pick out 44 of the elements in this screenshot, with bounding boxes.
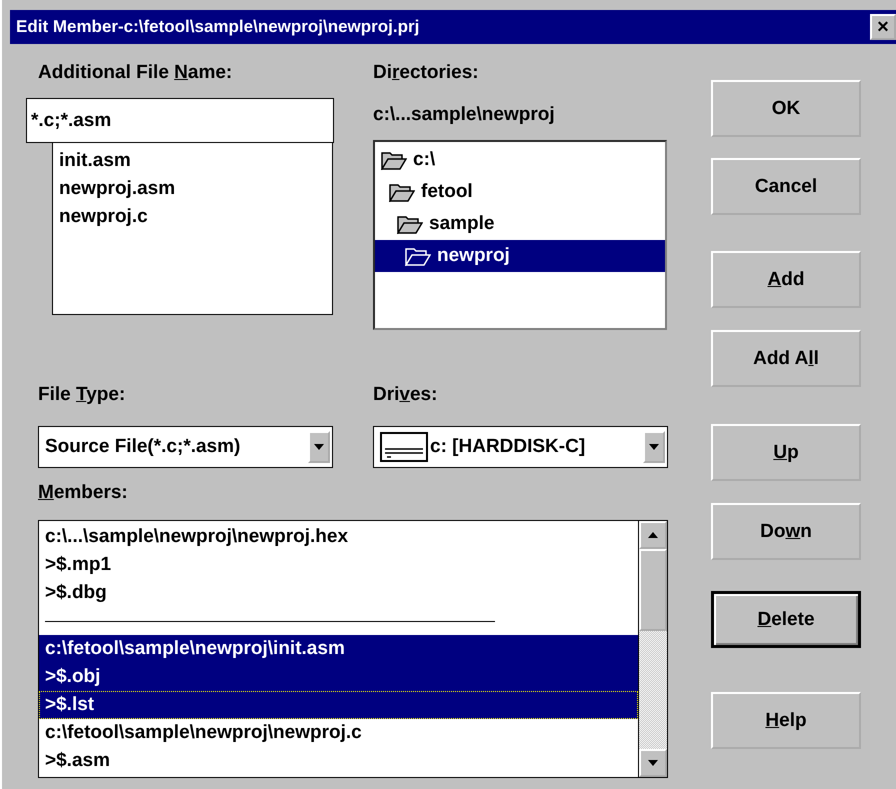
file-item[interactable]: newproj.asm [59, 175, 326, 203]
drives-label: Drives: [373, 383, 438, 407]
directory-item[interactable]: fetool [417, 179, 477, 205]
dialog-button[interactable]: Cancel [711, 158, 861, 215]
folder-icon [389, 182, 415, 202]
dialog-button[interactable]: Delete [711, 591, 861, 648]
dialog-button[interactable]: Add All [711, 330, 861, 387]
scroll-up-button[interactable] [639, 521, 667, 549]
members-label: Members: [38, 481, 129, 505]
file-item[interactable]: init.asm [59, 147, 326, 175]
dialog-button[interactable]: Add [711, 251, 861, 308]
drives-dropdown[interactable]: c: [HARDDISK-C] [373, 426, 668, 468]
file-type-label: File Type: [38, 383, 126, 407]
dialog-button[interactable]: OK [711, 80, 861, 137]
scrollbar[interactable] [638, 521, 667, 777]
member-item[interactable]: >$.asm [39, 747, 638, 775]
dialog-button[interactable]: Help [711, 692, 861, 749]
file-type-dropdown[interactable]: Source File(*.c;*.asm) [38, 426, 333, 468]
member-item[interactable]: >$.mp1 [39, 551, 638, 579]
folder-icon [397, 214, 423, 234]
file-name-field[interactable]: *.c;*.asm [26, 98, 334, 143]
member-item[interactable]: c:\fetool\sample\newproj\init.asm [39, 635, 638, 663]
directories-label: Directories: [373, 61, 480, 85]
folder-icon [405, 246, 431, 266]
file-item[interactable]: newproj.c [59, 203, 326, 231]
scroll-down-button[interactable] [639, 749, 667, 777]
dialog-button[interactable]: Up [711, 424, 861, 481]
folder-icon [381, 150, 407, 170]
member-item[interactable]: >$.obj [39, 663, 638, 691]
directory-item[interactable]: c:\ [409, 147, 440, 173]
directory-item[interactable]: sample [425, 211, 498, 237]
member-item[interactable]: c:\fetool\sample\newproj\newproj.c [39, 719, 638, 747]
hard-drive-icon [380, 432, 428, 462]
directory-path: c:\...sample\newproj [373, 103, 556, 127]
dialog-button[interactable]: Down [711, 503, 861, 560]
close-button[interactable]: × [870, 14, 896, 40]
member-item[interactable]: >$.lst [39, 691, 638, 719]
file-name-label: Additional File Name: [38, 61, 234, 85]
scroll-thumb[interactable] [639, 549, 667, 631]
member-item[interactable]: c:\...\sample\newproj\newproj.hex [39, 523, 638, 551]
member-item[interactable]: >$.dbg [39, 579, 638, 607]
window-title: Edit Member-c:\fetool\sample\newproj\newproj.prj [16, 17, 420, 37]
down-arrow-icon [648, 760, 658, 766]
up-arrow-icon [648, 532, 658, 538]
